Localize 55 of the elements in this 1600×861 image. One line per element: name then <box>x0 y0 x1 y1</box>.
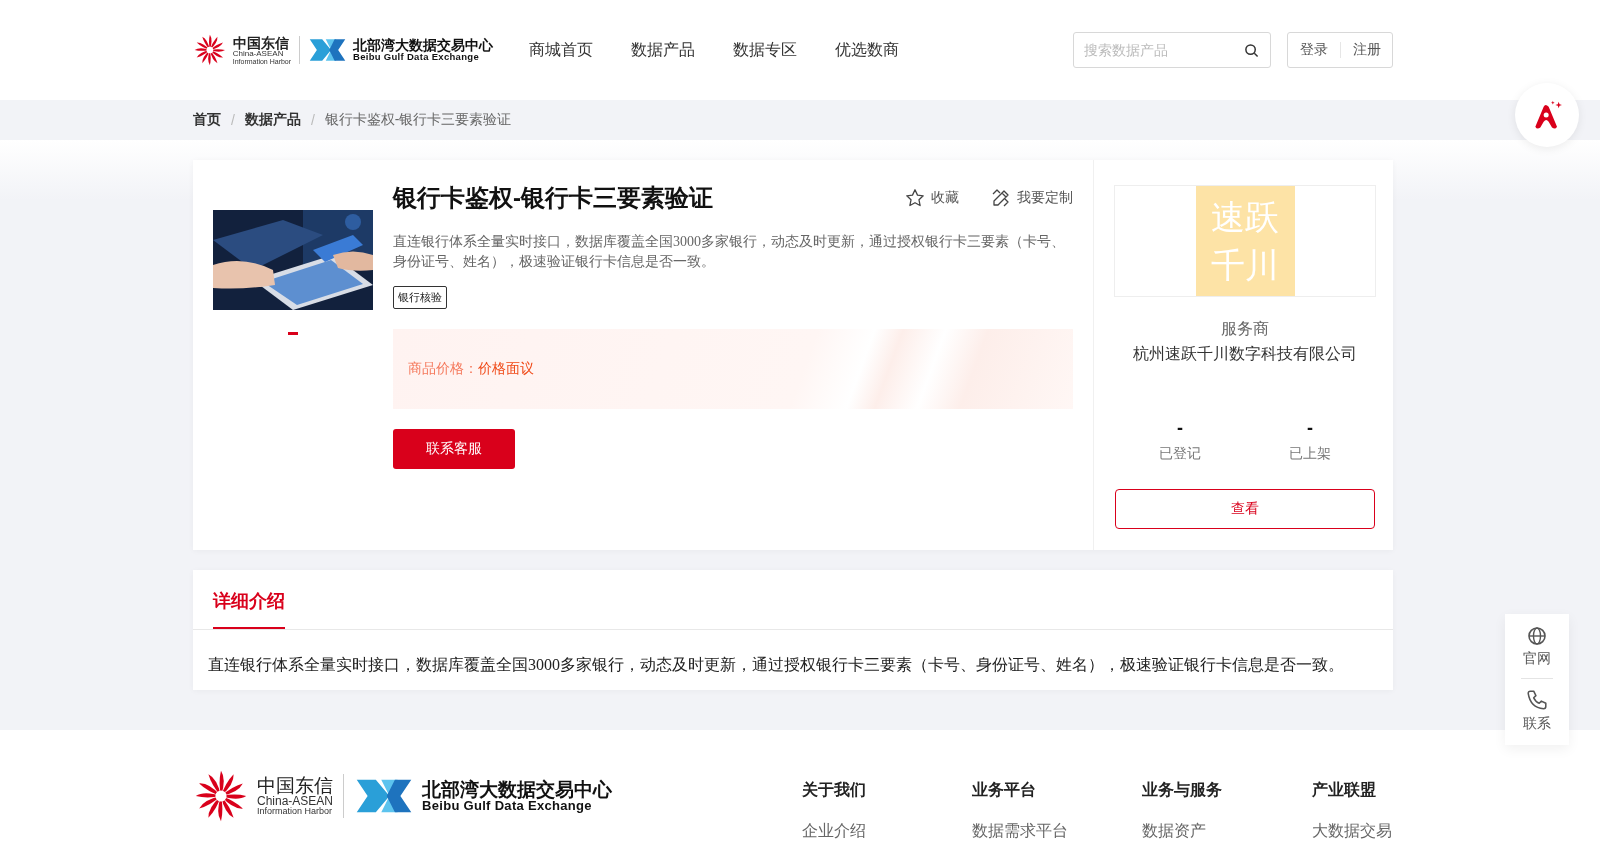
view-button[interactable]: 查看 <box>1115 489 1375 529</box>
breadcrumb-separator: / <box>310 112 315 128</box>
phone-icon <box>1526 689 1548 711</box>
stat-label: 已上架 <box>1289 445 1331 463</box>
search-field[interactable]: 搜索数据产品 <box>1073 32 1271 68</box>
favorite-button[interactable]: 收藏 <box>905 188 959 208</box>
product-description: 直连银行体系全量实时接口，数据库覆盖全国3000多家银行，动态及时更新，通过授权银行卡三要素（卡号、身份证号、姓名），极速验证银行卡信息是否一致。 <box>393 233 1066 271</box>
brand-name-english: China-ASEAN <box>232 49 284 58</box>
price-value: 价格面议 <box>478 360 534 378</box>
detail-tab[interactable]: 详细介绍 <box>213 589 285 629</box>
star-icon <box>905 188 925 208</box>
breadcrumb-current: 银行卡鉴权-银行卡三要素验证 <box>324 111 512 129</box>
globe-icon <box>1527 626 1547 646</box>
brand-name: 中国东信 <box>257 776 334 795</box>
stat-label: 已登记 <box>1159 445 1201 463</box>
breadcrumb-separator: / <box>231 112 235 128</box>
stat-value: - <box>1177 419 1183 437</box>
tag: 银行核验 <box>393 286 447 309</box>
exchange-name-english: Beibu Gulf Data Exchange <box>422 799 592 812</box>
provider-name: 杭州速跃千川数字科技有限公司 <box>1133 344 1357 364</box>
nav-link[interactable]: 数据专区 <box>733 39 797 61</box>
contact-button[interactable]: 联系客服 <box>393 429 515 469</box>
pencil-ruler-icon <box>991 188 1011 208</box>
brand-tagline: Information Harbor <box>257 807 334 816</box>
provider-logo-text: 千川 <box>1211 245 1279 286</box>
footer-heading: 业务与服务 <box>1142 780 1223 800</box>
search-icon <box>1244 43 1259 58</box>
breadcrumb-link[interactable]: 数据产品 <box>244 111 301 129</box>
breadcrumb-link[interactable]: 首页 <box>193 111 221 129</box>
footer-heading: 关于我们 <box>802 780 867 800</box>
exchange-name: 北部湾大数据交易中心 <box>422 780 613 799</box>
product-title: 银行卡鉴权-银行卡三要素验证 <box>393 183 713 213</box>
customize-button[interactable]: 我要定制 <box>991 188 1073 208</box>
auth-link[interactable]: 注册 <box>1352 41 1381 59</box>
side-tool[interactable]: 官网 <box>1523 626 1551 668</box>
stat-value: - <box>1307 419 1313 437</box>
detail-text: 直连银行体系全量实时接口，数据库覆盖全国3000多家银行，动态及时更新，通过授权银行卡三要素（卡号、身份证号、姓名），极速验证银行卡信息是否一致。 <box>208 655 1345 675</box>
footer-link[interactable]: 企业介绍 <box>802 821 972 842</box>
price-label: 商品价格： <box>408 360 478 378</box>
footer-link[interactable]: 大数据交易 <box>1312 821 1392 842</box>
footer-heading: 产业联盟 <box>1312 780 1377 800</box>
footer-heading: 业务平台 <box>972 780 1037 800</box>
nav-link[interactable]: 数据产品 <box>631 39 695 61</box>
exchange-name-english: Beibu Gulf Data Exchange <box>353 52 479 62</box>
auth-link[interactable]: 登录 <box>1299 41 1328 59</box>
nav-link[interactable]: 商城首页 <box>529 39 593 61</box>
nav-link[interactable]: 优选数商 <box>835 39 899 61</box>
provider-logo-text: 速跃 <box>1211 197 1279 238</box>
brand-name-english: China-ASEAN <box>257 795 334 807</box>
brand-name: 中国东信 <box>232 35 290 50</box>
footer-link[interactable]: 数据需求平台 <box>972 821 1142 842</box>
footer-link[interactable]: 数据资产 <box>1142 821 1312 842</box>
side-tool[interactable]: 联系 <box>1523 689 1551 733</box>
exchange-name: 北部湾大数据交易中心 <box>353 38 493 53</box>
provider-role: 服务商 <box>1221 319 1269 339</box>
